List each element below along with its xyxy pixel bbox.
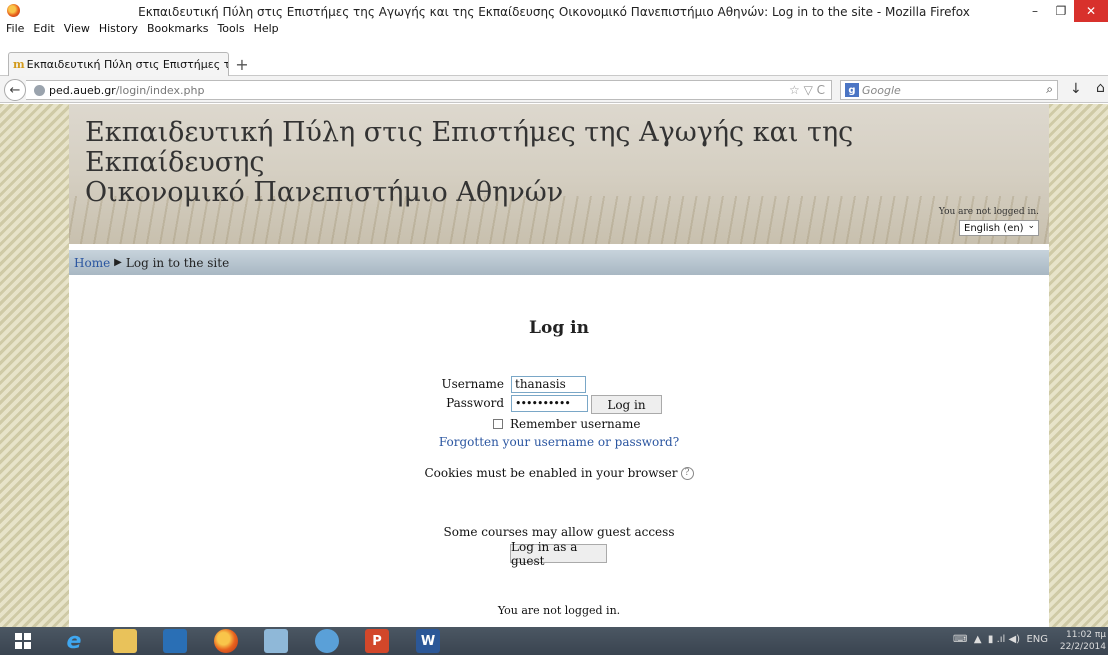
url-host: ped.aueb.gr [49,83,116,97]
page-viewport: Εκπαιδευτική Πύλη στις Επιστήμες της Αγω… [0,104,1108,627]
remember-label: Remember username [510,417,641,431]
back-button[interactable]: ← [4,79,26,101]
breadcrumb: Home ▶ Log in to the site [69,250,1049,275]
clock-time: 11:02 πμ [1066,630,1106,640]
tab-strip: m Εκπαιδευτική Πύλη στις Επιστήμες της .… [0,39,1108,76]
guest-login-button[interactable]: Log in as a guest [510,540,607,568]
footer-login-status: You are not logged in. [497,604,621,617]
menu-bar: File Edit View History Bookmarks Tools H… [0,22,288,38]
moodle-favicon-icon: m [13,58,25,71]
menu-bookmarks[interactable]: Bookmarks [147,22,208,38]
network-app-icon[interactable] [315,629,339,653]
cookies-notice: Cookies must be enabled in your browser [424,466,678,480]
firefox-taskbar-icon[interactable] [214,629,238,653]
header-login-status: You are not logged in. [938,207,1039,217]
breadcrumb-current: Log in to the site [125,255,230,270]
new-tab-button[interactable]: + [232,56,252,74]
globe-icon [34,84,45,96]
close-button[interactable]: ✕ [1074,0,1108,22]
url-path: /login/index.php [115,83,205,97]
window-title: Εκπαιδευτική Πύλη στις Επιστήμες της Αγω… [138,5,970,19]
tab-label: Εκπαιδευτική Πύλη στις Επιστήμες της ... [26,58,228,71]
help-icon[interactable]: ? [680,467,694,480]
clock-date: 22/2/2014 [1059,642,1106,652]
username-row: Username thanasis [69,376,1049,396]
google-icon[interactable]: g [845,83,859,97]
login-button[interactable]: Log in [591,395,662,414]
language-select[interactable]: English (en) ⌄ [959,220,1039,236]
tab-login[interactable]: m Εκπαιδευτική Πύλη στις Επιστήμες της .… [8,52,229,76]
menu-tools[interactable]: Tools [217,22,244,38]
internet-explorer-icon[interactable]: e [62,629,86,654]
login-heading: Log in [529,318,589,338]
word-icon[interactable]: W [416,629,440,653]
search-placeholder: Google [862,83,901,97]
username-input[interactable]: thanasis [511,376,586,393]
site-title-line-1: Εκπαιδευτική Πύλη στις Επιστήμες της Αγω… [85,117,854,178]
maximize-button[interactable]: ❐ [1048,0,1074,22]
control-panel-icon[interactable] [264,629,288,653]
input-language[interactable]: ENG [1026,634,1048,645]
navigation-bar: ← ped.aueb.gr/login/index.php ☆ ▽ C g Go… [0,76,1108,103]
password-row: Password •••••••••• Log in [69,395,1049,415]
keyboard-icon[interactable]: ⌨ [953,634,967,645]
home-icon[interactable]: ⌂ [1096,80,1105,96]
forgot-password-link[interactable]: Forgotten your username or password? [439,435,679,449]
menu-view[interactable]: View [64,22,90,38]
cookies-row: Cookies must be enabled in your browser? [69,466,1049,480]
menu-history[interactable]: History [99,22,138,38]
windows-taskbar: e P W ⌨ ▲ ▮ .ıl ◀) ENG 11:02 πμ 22/2/201… [0,627,1108,655]
file-explorer-icon[interactable] [113,629,137,653]
window-titlebar: Εκπαιδευτική Πύλη στις Επιστήμες της Αγω… [0,0,1108,22]
windows-start-icon[interactable] [14,632,32,650]
store-app-icon[interactable] [163,629,187,653]
breadcrumb-home-link[interactable]: Home [74,256,110,270]
menu-help[interactable]: Help [254,22,279,38]
remember-checkbox[interactable] [493,419,503,429]
footer-status-row: You are not logged in. [69,604,1049,617]
remember-row: Remember username [69,416,1049,434]
system-tray[interactable]: ⌨ ▲ ▮ .ıl ◀) ENG [953,634,1048,645]
breadcrumb-separator-icon: ▶ [114,257,122,268]
password-input[interactable]: •••••••••• [511,395,588,412]
chevron-down-icon: ⌄ [1027,221,1035,231]
bookmark-reload-icons[interactable]: ☆ ▽ C [789,83,825,97]
guest-notice-row: Some courses may allow guest access [69,525,1049,539]
menu-file[interactable]: File [6,22,24,38]
search-magnifier-icon[interactable]: ⌕ [1046,82,1053,97]
language-value: English (en) [964,222,1024,234]
taskbar-clock[interactable]: 11:02 πμ 22/2/2014 [1060,629,1106,653]
page-content: Εκπαιδευτική Πύλη στις Επιστήμες της Αγω… [69,104,1049,627]
menu-edit[interactable]: Edit [33,22,54,38]
search-bar[interactable]: g Google ⌕ [840,80,1058,100]
window-controls: – ❐ ✕ [1022,0,1108,22]
url-bar[interactable]: ped.aueb.gr/login/index.php ☆ ▽ C [26,80,832,100]
site-title: Εκπαιδευτική Πύλη στις Επιστήμες της Αγω… [85,118,985,208]
guest-notice: Some courses may allow guest access [443,525,675,539]
minimize-button[interactable]: – [1022,0,1048,22]
username-label: Username [441,377,504,391]
password-label: Password [446,396,504,410]
forgot-row: Forgotten your username or password? [69,435,1049,449]
site-header: Εκπαιδευτική Πύλη στις Επιστήμες της Αγω… [69,104,1049,244]
powerpoint-icon[interactable]: P [365,629,389,653]
download-icon[interactable]: ↓ [1070,81,1082,97]
site-title-line-2: Οικονομικό Πανεπιστήμιο Αθηνών [85,177,564,208]
